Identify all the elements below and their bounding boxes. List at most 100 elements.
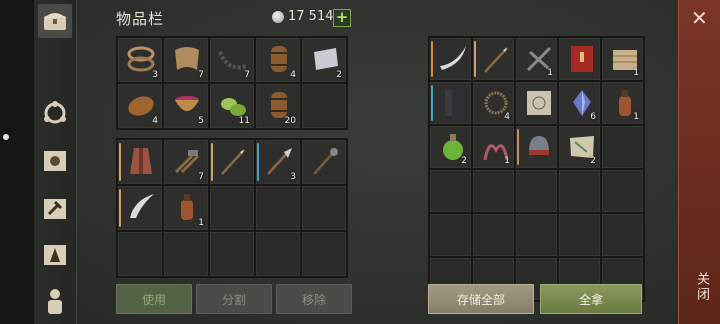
item-slot[interactable]: 1 <box>516 38 557 80</box>
item-quantity: 1 <box>504 156 510 166</box>
camera-notch <box>3 134 9 140</box>
item-slot[interactable]: 4 <box>256 38 300 82</box>
spear-icon <box>221 149 245 175</box>
item-slot[interactable]: 3 <box>118 38 162 82</box>
split-button[interactable]: 分割 <box>196 284 272 314</box>
sidebar <box>34 0 77 324</box>
item-quantity: 2 <box>336 70 342 80</box>
empty-slot[interactable] <box>516 170 557 212</box>
item-slot[interactable] <box>118 140 162 184</box>
empty-slot[interactable] <box>210 186 254 230</box>
item-slot[interactable] <box>210 140 254 184</box>
empty-slot[interactable] <box>473 214 514 256</box>
hammer-map-icon[interactable] <box>38 192 72 226</box>
currency-amount: 17 514 <box>288 9 334 24</box>
item-slot[interactable] <box>430 38 471 80</box>
wizard-hat-icon[interactable] <box>38 238 72 272</box>
item-slot[interactable] <box>516 126 557 168</box>
item-quantity: 1 <box>633 68 639 78</box>
add-currency-button[interactable]: + <box>333 9 351 27</box>
inventory-screen: 物品栏 17 514 + 3 7 7 4 2 4 5 11 20 731 11461212 使用… <box>0 0 720 324</box>
empty-slot[interactable] <box>602 126 643 168</box>
item-slot[interactable]: 7 <box>164 38 208 82</box>
item-quantity: 7 <box>244 70 250 80</box>
empty-slot[interactable] <box>164 232 208 276</box>
item-quantity: 2 <box>590 156 596 166</box>
item-slot[interactable] <box>516 82 557 124</box>
item-quantity: 2 <box>461 156 467 166</box>
take-all-button[interactable]: 全拿 <box>540 284 642 314</box>
coin-icon <box>272 11 284 23</box>
empty-slot[interactable] <box>602 214 643 256</box>
item-slot[interactable] <box>430 82 471 124</box>
close-panel[interactable]: ✕ 关闭 <box>678 0 720 324</box>
item-quantity: 11 <box>238 116 250 126</box>
empty-slot[interactable] <box>559 214 600 256</box>
item-quantity: 6 <box>590 112 596 122</box>
empty-slot[interactable] <box>302 84 346 128</box>
use-button[interactable]: 使用 <box>116 284 192 314</box>
empty-slot[interactable] <box>256 232 300 276</box>
page-title: 物品栏 <box>116 10 165 28</box>
spear-icon <box>484 47 508 73</box>
empty-slot[interactable] <box>516 214 557 256</box>
remove-button[interactable]: 移除 <box>276 284 352 314</box>
empty-slot[interactable] <box>559 170 600 212</box>
item-slot[interactable]: 1 <box>602 82 643 124</box>
empty-slot[interactable] <box>302 232 346 276</box>
item-slot[interactable]: 2 <box>559 126 600 168</box>
helmet-icon <box>529 136 549 155</box>
empty-slot[interactable] <box>210 232 254 276</box>
item-slot[interactable]: 7 <box>210 38 254 82</box>
empty-slot[interactable] <box>430 170 471 212</box>
character-icon[interactable] <box>38 284 72 318</box>
inventory-grid-bottom: 7 3 1 <box>116 138 348 278</box>
item-slot[interactable]: 4 <box>118 84 162 128</box>
storage-grid: 1 1 4 6 1 2 1 2 <box>428 36 645 302</box>
item-slot[interactable]: 5 <box>164 84 208 128</box>
item-slot[interactable] <box>302 140 346 184</box>
empty-slot[interactable] <box>602 170 643 212</box>
empty-slot[interactable] <box>118 232 162 276</box>
item-quantity: 4 <box>290 70 296 80</box>
item-quantity: 3 <box>290 172 296 182</box>
item-slot[interactable]: 7 <box>164 140 208 184</box>
crafting-gear-icon[interactable] <box>38 96 72 130</box>
empty-slot[interactable] <box>256 186 300 230</box>
store-all-button[interactable]: 存储全部 <box>428 284 534 314</box>
item-slot[interactable] <box>559 38 600 80</box>
leg-armor-icon <box>445 90 461 116</box>
item-slot[interactable]: 1 <box>164 186 208 230</box>
rarity-bar <box>431 41 433 77</box>
item-slot[interactable]: 1 <box>473 126 514 168</box>
rarity-bar <box>474 41 476 77</box>
item-slot[interactable]: 2 <box>430 126 471 168</box>
inventory-grid-top: 3 7 7 4 2 4 5 11 20 <box>116 36 348 130</box>
chest-icon[interactable] <box>38 4 72 38</box>
item-slot[interactable]: 11 <box>210 84 254 128</box>
scimitar-icon <box>130 194 154 218</box>
item-quantity: 3 <box>152 70 158 80</box>
item-quantity: 7 <box>198 172 204 182</box>
item-slot[interactable]: 6 <box>559 82 600 124</box>
item-slot[interactable]: 2 <box>302 38 346 82</box>
close-label: 关闭 <box>694 272 709 302</box>
item-quantity: 1 <box>547 68 553 78</box>
item-slot[interactable]: 1 <box>602 38 643 80</box>
item-slot[interactable]: 20 <box>256 84 300 128</box>
item-slot[interactable] <box>118 186 162 230</box>
item-quantity: 1 <box>633 112 639 122</box>
close-icon[interactable]: ✕ <box>691 8 708 28</box>
red-book-icon <box>571 46 593 72</box>
empty-slot[interactable] <box>430 214 471 256</box>
screen-edge <box>0 0 34 324</box>
rarity-bar <box>119 189 121 227</box>
empty-slot[interactable] <box>302 186 346 230</box>
item-slot[interactable]: 4 <box>473 82 514 124</box>
empty-slot[interactable] <box>473 170 514 212</box>
item-quantity: 20 <box>284 116 296 126</box>
item-slot[interactable] <box>473 38 514 80</box>
item-slot[interactable]: 3 <box>256 140 300 184</box>
rarity-bar <box>257 143 259 181</box>
sun-map-icon[interactable] <box>38 144 72 178</box>
